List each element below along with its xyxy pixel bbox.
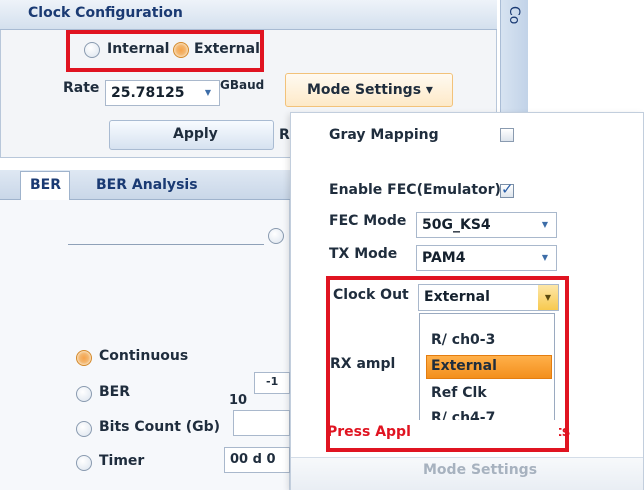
tab-ber-label: BER xyxy=(30,177,62,193)
clock-source-highlight xyxy=(66,30,264,72)
continuous-label: Continuous xyxy=(99,348,189,364)
gray-mapping-label: Gray Mapping xyxy=(329,127,439,143)
mode-settings-footer-label: Mode Settings xyxy=(423,462,538,478)
fec-mode-value: 50G_KS4 xyxy=(422,217,491,233)
rate-label: Rate xyxy=(63,80,100,96)
timer-value: 00 d 0 xyxy=(230,452,276,467)
check-icon: ✓ xyxy=(501,180,514,198)
ber-radio[interactable] xyxy=(76,386,92,402)
tx-mode-value: PAM4 xyxy=(422,250,466,266)
ber-panel-radio-partial[interactable] xyxy=(268,228,284,244)
bits-count-field[interactable] xyxy=(233,410,290,436)
continuous-radio[interactable] xyxy=(76,350,92,366)
mode-settings-button-label: Mode Settings ▾ xyxy=(307,82,433,98)
rate-combobox[interactable]: 25.78125 ▼ xyxy=(105,80,220,106)
apply-button-label: Apply xyxy=(173,126,218,142)
clock-out-highlight xyxy=(326,276,569,452)
rate-unit: GBaud xyxy=(220,78,265,92)
ber-panel-divider xyxy=(68,244,264,245)
enable-fec-label: Enable FEC(Emulator) xyxy=(329,182,501,198)
timer-radio[interactable] xyxy=(76,455,92,471)
bits-count-label: Bits Count (Gb) xyxy=(99,419,221,435)
fec-mode-label: FEC Mode xyxy=(329,213,407,229)
gray-mapping-checkbox[interactable] xyxy=(500,128,514,142)
ber-label: BER xyxy=(99,384,131,400)
chevron-down-icon: ▼ xyxy=(541,220,549,229)
tx-mode-combobox[interactable]: PAM4 ▼ xyxy=(416,245,557,271)
clock-configuration-title: Clock Configuration xyxy=(28,5,183,21)
timer-label: Timer xyxy=(99,453,145,469)
ber-base: 10 xyxy=(229,393,248,408)
bits-count-radio[interactable] xyxy=(76,421,92,437)
tx-mode-label: TX Mode xyxy=(329,246,398,262)
rate-value: 25.78125 xyxy=(111,85,185,101)
right-panel-vertical-label: Co xyxy=(506,6,522,25)
tab-ber-analysis[interactable]: BER Analysis xyxy=(96,177,198,193)
chevron-down-icon: ▼ xyxy=(204,88,212,97)
fec-mode-combobox[interactable]: 50G_KS4 ▼ xyxy=(416,212,557,238)
chevron-down-icon: ▼ xyxy=(541,253,549,262)
ber-exponent: -1 xyxy=(266,375,279,388)
